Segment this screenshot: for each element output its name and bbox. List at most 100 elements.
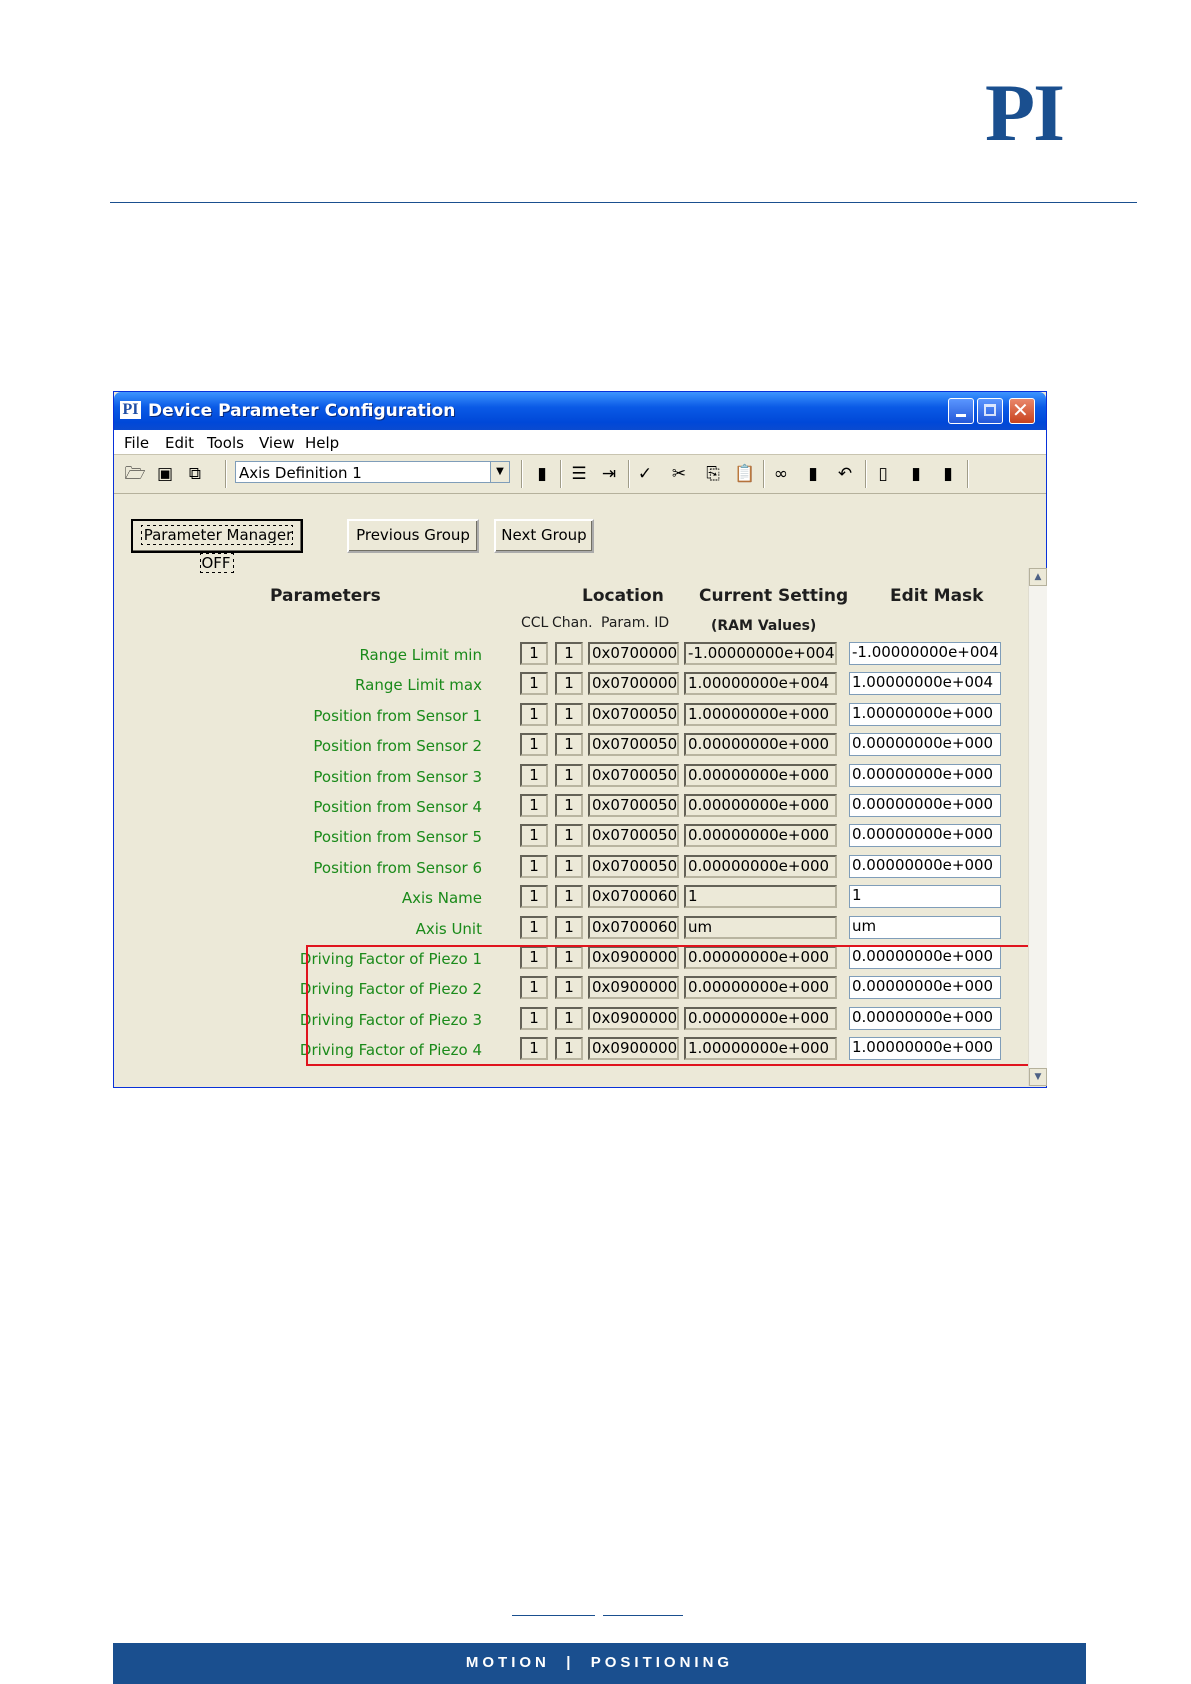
edit-mask-input[interactable]: um — [849, 916, 1001, 939]
current-value-field: 0.00000000e+000 — [684, 794, 837, 817]
maximize-button[interactable] — [977, 398, 1003, 424]
edit-mask-input[interactable]: 0.00000000e+000 — [849, 824, 1001, 847]
dropdown-arrow-icon[interactable]: ▼ — [490, 462, 509, 482]
current-value-field: um — [684, 916, 837, 939]
footer-bar: MOTION | POSITIONING — [113, 1643, 1086, 1684]
table-row: Range Limit min 1 1 0x07000000 -1.00000000e+… — [114, 642, 1046, 668]
parameter-label: Position from Sensor 1 — [313, 707, 482, 725]
check-icon[interactable]: ✓ — [634, 463, 656, 485]
next-group-button[interactable]: Next Group — [494, 519, 594, 553]
glasses-icon[interactable]: ∞ — [770, 463, 792, 485]
parameter-manager-button[interactable]: Parameter Manager OFF — [131, 519, 303, 573]
undo-icon[interactable]: ↶ — [834, 463, 856, 485]
save-icon[interactable]: ▣ — [154, 463, 176, 485]
menu-view[interactable]: View — [259, 434, 295, 452]
chan-field: 1 — [555, 855, 583, 878]
ccl-field: 1 — [520, 642, 548, 665]
edit-mask-input[interactable]: 1.00000000e+004 — [849, 672, 1001, 695]
chan-field: 1 — [555, 794, 583, 817]
app-icon: PI — [120, 401, 141, 419]
ccl-field: 1 — [520, 733, 548, 756]
edit-mask-header: Edit Mask — [890, 586, 984, 606]
table-row: Position from Sensor 2 1 1 0x07000501 0.0000… — [114, 733, 1046, 759]
param-id-field: 0x07000501 — [588, 733, 679, 756]
param-id-field: 0x07000503 — [588, 794, 679, 817]
param-id-field: 0x07000001 — [588, 672, 679, 695]
menu-edit[interactable]: Edit — [165, 434, 194, 452]
window-title: Device Parameter Configuration — [148, 401, 456, 421]
chan-field: 1 — [555, 824, 583, 847]
scroll-up-icon[interactable]: ▲ — [1029, 568, 1047, 586]
chan-field: 1 — [555, 916, 583, 939]
edit-mask-input[interactable]: 1 — [849, 885, 1001, 908]
location-header: Location — [582, 586, 664, 606]
current-value-field: 0.00000000e+000 — [684, 855, 837, 878]
ram-values-subheader: (RAM Values) — [711, 618, 817, 634]
table-row: Position from Sensor 1 1 1 0x07000500 1.0000… — [114, 703, 1046, 729]
parameter-label: Axis Unit — [415, 920, 482, 938]
table-row: Position from Sensor 3 1 1 0x07000502 0.0000… — [114, 764, 1046, 790]
table-row: Axis Name 1 1 0x07000600 1 1 — [114, 885, 1046, 911]
footer-link-underline — [603, 1615, 683, 1616]
ccl-field: 1 — [520, 885, 548, 908]
edit-mask-input[interactable]: 0.00000000e+000 — [849, 764, 1001, 787]
param-id-field: 0x07000504 — [588, 824, 679, 847]
parameter-label: Range Limit min — [359, 646, 482, 664]
cut-icon[interactable]: ✂ — [668, 463, 690, 485]
close-button[interactable]: ✕ — [1009, 398, 1035, 424]
table-row: Position from Sensor 6 1 1 0x07000505 0.0000… — [114, 855, 1046, 881]
rows-icon[interactable]: ☰ — [568, 463, 590, 485]
stage-left-icon[interactable]: ▯ — [872, 463, 894, 485]
menu-help[interactable]: Help — [305, 434, 339, 452]
current-value-field: 1.00000000e+004 — [684, 672, 837, 695]
save-all-icon[interactable]: ⧉ — [184, 463, 206, 485]
current-value-field: 1.00000000e+000 — [684, 703, 837, 726]
footer-link-underline — [512, 1615, 595, 1616]
row-arrows-icon[interactable]: ⇥ — [598, 463, 620, 485]
table-row: Range Limit max 1 1 0x07000001 1.00000000e+0… — [114, 672, 1046, 698]
chan-field: 1 — [555, 764, 583, 787]
edit-mask-input[interactable]: -1.00000000e+004 — [849, 642, 1001, 665]
stage-both-icon[interactable]: ▮ — [937, 463, 959, 485]
chan-subheader: Chan. — [552, 615, 593, 631]
vertical-scrollbar[interactable]: ▲ ▼ — [1028, 568, 1047, 1086]
toolbar-separator — [865, 460, 867, 488]
edit-mask-input[interactable]: 1.00000000e+000 — [849, 703, 1001, 726]
edit-mask-input[interactable]: 0.00000000e+000 — [849, 733, 1001, 756]
ccl-field: 1 — [520, 672, 548, 695]
ccl-field: 1 — [520, 824, 548, 847]
param-id-field: 0x07000601 — [588, 916, 679, 939]
minimize-button[interactable] — [948, 398, 974, 424]
stage-up-icon[interactable]: ▮ — [531, 463, 553, 485]
ccl-field: 1 — [520, 703, 548, 726]
table-row: Axis Unit 1 1 0x07000601 um um — [114, 916, 1046, 942]
paste-icon[interactable]: 📋 — [734, 463, 756, 485]
parameter-label: Position from Sensor 2 — [313, 737, 482, 755]
toolbar-separator — [225, 460, 227, 488]
device-parameter-window: PI Device Parameter Configuration ✕ File… — [113, 391, 1047, 1088]
edit-mask-input[interactable]: 0.00000000e+000 — [849, 794, 1001, 817]
edit-mask-input[interactable]: 0.00000000e+000 — [849, 855, 1001, 878]
footer-tagline: MOTION | POSITIONING — [465, 1654, 734, 1671]
pi-logo: PI — [985, 67, 1065, 158]
header-rule — [110, 202, 1137, 203]
table-row: Position from Sensor 5 1 1 0x07000504 0.0000… — [114, 824, 1046, 850]
menu-tools[interactable]: Tools — [207, 434, 244, 452]
parameter-label: Position from Sensor 6 — [313, 859, 482, 877]
group-select[interactable]: Axis Definition 1 ▼ — [235, 461, 510, 483]
previous-group-button[interactable]: Previous Group — [347, 519, 479, 553]
ccl-field: 1 — [520, 855, 548, 878]
highlight-box — [306, 945, 1039, 1066]
menu-file[interactable]: File — [124, 434, 149, 452]
param-id-field: 0x07000505 — [588, 855, 679, 878]
parameter-label: Range Limit max — [355, 676, 482, 694]
scroll-down-icon[interactable]: ▼ — [1029, 1068, 1047, 1086]
parameter-label: Axis Name — [401, 889, 482, 907]
close-icon: ✕ — [1012, 398, 1029, 422]
copy-icon[interactable]: ⎘ — [702, 463, 724, 485]
title-bar[interactable]: PI Device Parameter Configuration ✕ — [114, 392, 1046, 430]
stage-down-icon[interactable]: ▮ — [802, 463, 824, 485]
open-folder-icon[interactable]: 🗁 — [124, 463, 146, 485]
ccl-subheader: CCL — [521, 615, 549, 631]
stage-right-icon[interactable]: ▮ — [905, 463, 927, 485]
